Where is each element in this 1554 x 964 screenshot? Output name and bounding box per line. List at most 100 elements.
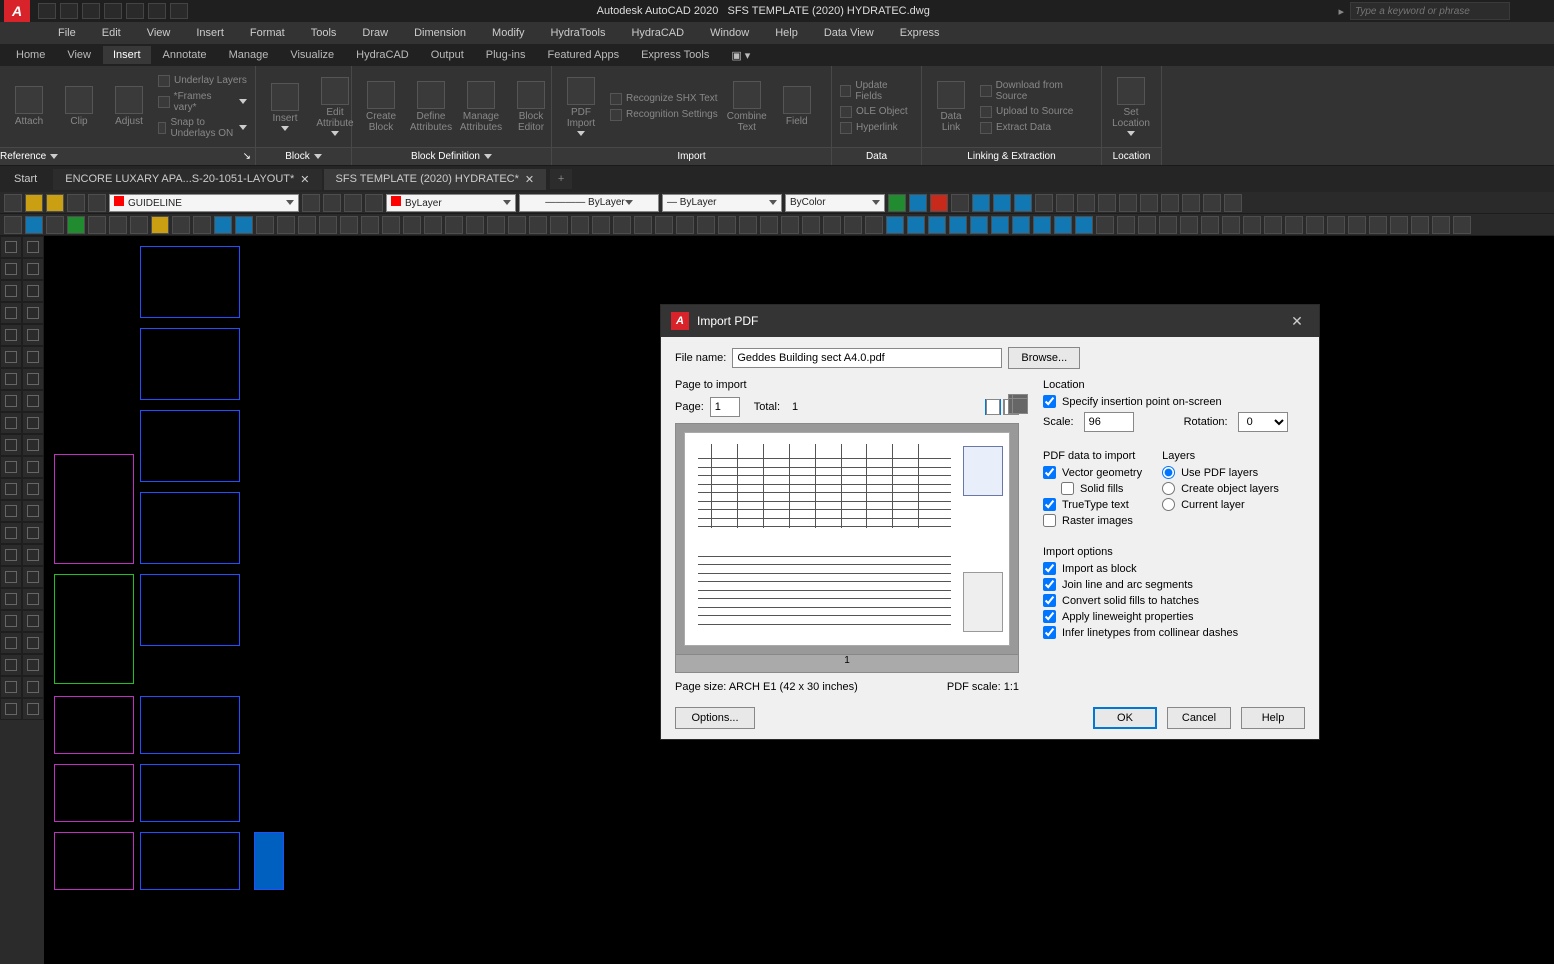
raster-checkbox[interactable]: Raster images [1043,514,1142,527]
tool-icon[interactable] [67,216,85,234]
draw-tool-icon[interactable] [0,236,22,258]
draw-tool-icon[interactable] [22,698,44,720]
underlay-layers-button[interactable]: Underlay Layers [158,75,247,87]
layer-tool-icon[interactable] [365,194,383,212]
convert-solid-checkbox[interactable]: Convert solid fills to hatches [1043,594,1305,607]
draw-tool-icon[interactable] [0,368,22,390]
menu-tools[interactable]: Tools [299,24,349,42]
tool-icon[interactable] [1077,194,1095,212]
ok-button[interactable]: OK [1093,707,1157,729]
draw-tool-icon[interactable] [22,368,44,390]
panel-title-blockdef[interactable]: Block Definition [352,147,551,165]
draw-tool-icon[interactable] [22,258,44,280]
draw-tool-icon[interactable] [0,390,22,412]
tool-icon[interactable] [1201,216,1219,234]
cancel-button[interactable]: Cancel [1167,707,1231,729]
snap-underlays-button[interactable]: Snap to Underlays ON [158,117,247,139]
tool-icon[interactable] [151,216,169,234]
insert-block-button[interactable]: Insert [264,83,306,131]
extract-data-button[interactable]: Extract Data [980,122,1093,134]
ribbon-tab-annotate[interactable]: Annotate [153,46,217,64]
field-button[interactable]: Field [776,86,818,127]
tool-icon[interactable] [1033,216,1051,234]
tool-icon[interactable] [466,216,484,234]
draw-tool-icon[interactable] [0,632,22,654]
panel-title-block[interactable]: Block [256,147,351,165]
tool-icon[interactable] [823,216,841,234]
dialog-titlebar[interactable]: A Import PDF ✕ [661,305,1319,337]
menu-edit[interactable]: Edit [90,24,133,42]
tool-icon[interactable] [382,216,400,234]
qat-new-icon[interactable] [38,3,56,19]
filename-input[interactable] [732,348,1002,368]
tool-icon[interactable] [1327,216,1345,234]
hyperlink-button[interactable]: Hyperlink [840,122,913,134]
close-button[interactable]: ✕ [1285,309,1309,333]
tool-icon[interactable] [424,216,442,234]
tool-icon[interactable] [1140,194,1158,212]
draw-tool-icon[interactable] [22,522,44,544]
update-fields-button[interactable]: Update Fields [840,80,913,102]
tool-icon[interactable] [1224,194,1242,212]
tool-icon[interactable] [970,216,988,234]
menu-hydracad[interactable]: HydraCAD [619,24,696,42]
tool-icon[interactable] [972,194,990,212]
tool-icon[interactable] [403,216,421,234]
layer-lock-icon[interactable] [67,194,85,212]
layer-manager-icon[interactable] [4,194,22,212]
tool-icon[interactable] [277,216,295,234]
attach-button[interactable]: Attach [8,86,50,127]
ribbon-tab-hydracad[interactable]: HydraCAD [346,46,419,64]
tool-icon[interactable] [1411,216,1429,234]
tool-icon[interactable] [1012,216,1030,234]
tool-icon[interactable] [4,216,22,234]
ribbon-tab-insert[interactable]: Insert [103,46,151,64]
ole-object-button[interactable]: OLE Object [840,106,913,118]
draw-tool-icon[interactable] [0,280,22,302]
tool-icon[interactable] [1348,216,1366,234]
lineweight-checkbox[interactable]: Apply lineweight properties [1043,610,1305,623]
draw-tool-icon[interactable] [0,478,22,500]
draw-tool-icon[interactable] [22,588,44,610]
qat-open-icon[interactable] [60,3,78,19]
thumbnail-toggle[interactable] [985,399,1019,415]
tool-icon[interactable] [25,216,43,234]
menu-window[interactable]: Window [698,24,761,42]
tool-icon[interactable] [1035,194,1053,212]
ribbon-tab-visualize[interactable]: Visualize [280,46,344,64]
draw-tool-icon[interactable] [0,588,22,610]
clip-button[interactable]: Clip [58,86,100,127]
help-button[interactable]: Help [1241,707,1305,729]
ribbon-tab-home[interactable]: Home [6,46,55,64]
tool-icon[interactable] [1180,216,1198,234]
tool-icon[interactable] [697,216,715,234]
infocenter-arrow-icon[interactable]: ▸ [1338,5,1344,18]
vector-geometry-checkbox[interactable]: Vector geometry [1043,466,1142,479]
tool-icon[interactable] [1285,216,1303,234]
draw-tool-icon[interactable] [22,456,44,478]
download-source-button[interactable]: Download from Source [980,80,1093,102]
options-button[interactable]: Options... [675,707,755,729]
plotstyle-combo[interactable]: ByColor [785,194,885,212]
tool-icon[interactable] [1161,194,1179,212]
draw-tool-icon[interactable] [22,500,44,522]
tool-icon[interactable] [571,216,589,234]
tool-icon[interactable] [1054,216,1072,234]
frames-vary-button[interactable]: *Frames vary* [158,91,247,113]
menu-draw[interactable]: Draw [350,24,400,42]
draw-tool-icon[interactable] [22,324,44,346]
tool-icon[interactable] [298,216,316,234]
tool-icon[interactable] [930,194,948,212]
manage-attributes-button[interactable]: Manage Attributes [460,81,502,133]
tool-icon[interactable] [508,216,526,234]
color-combo[interactable]: ByLayer [386,194,516,212]
truetype-checkbox[interactable]: TrueType text [1043,498,1142,511]
tool-icon[interactable] [1243,216,1261,234]
tool-icon[interactable] [655,216,673,234]
tool-icon[interactable] [109,216,127,234]
browse-button[interactable]: Browse... [1008,347,1080,369]
draw-tool-icon[interactable] [0,500,22,522]
draw-tool-icon[interactable] [22,346,44,368]
menu-dimension[interactable]: Dimension [402,24,478,42]
draw-tool-icon[interactable] [22,610,44,632]
